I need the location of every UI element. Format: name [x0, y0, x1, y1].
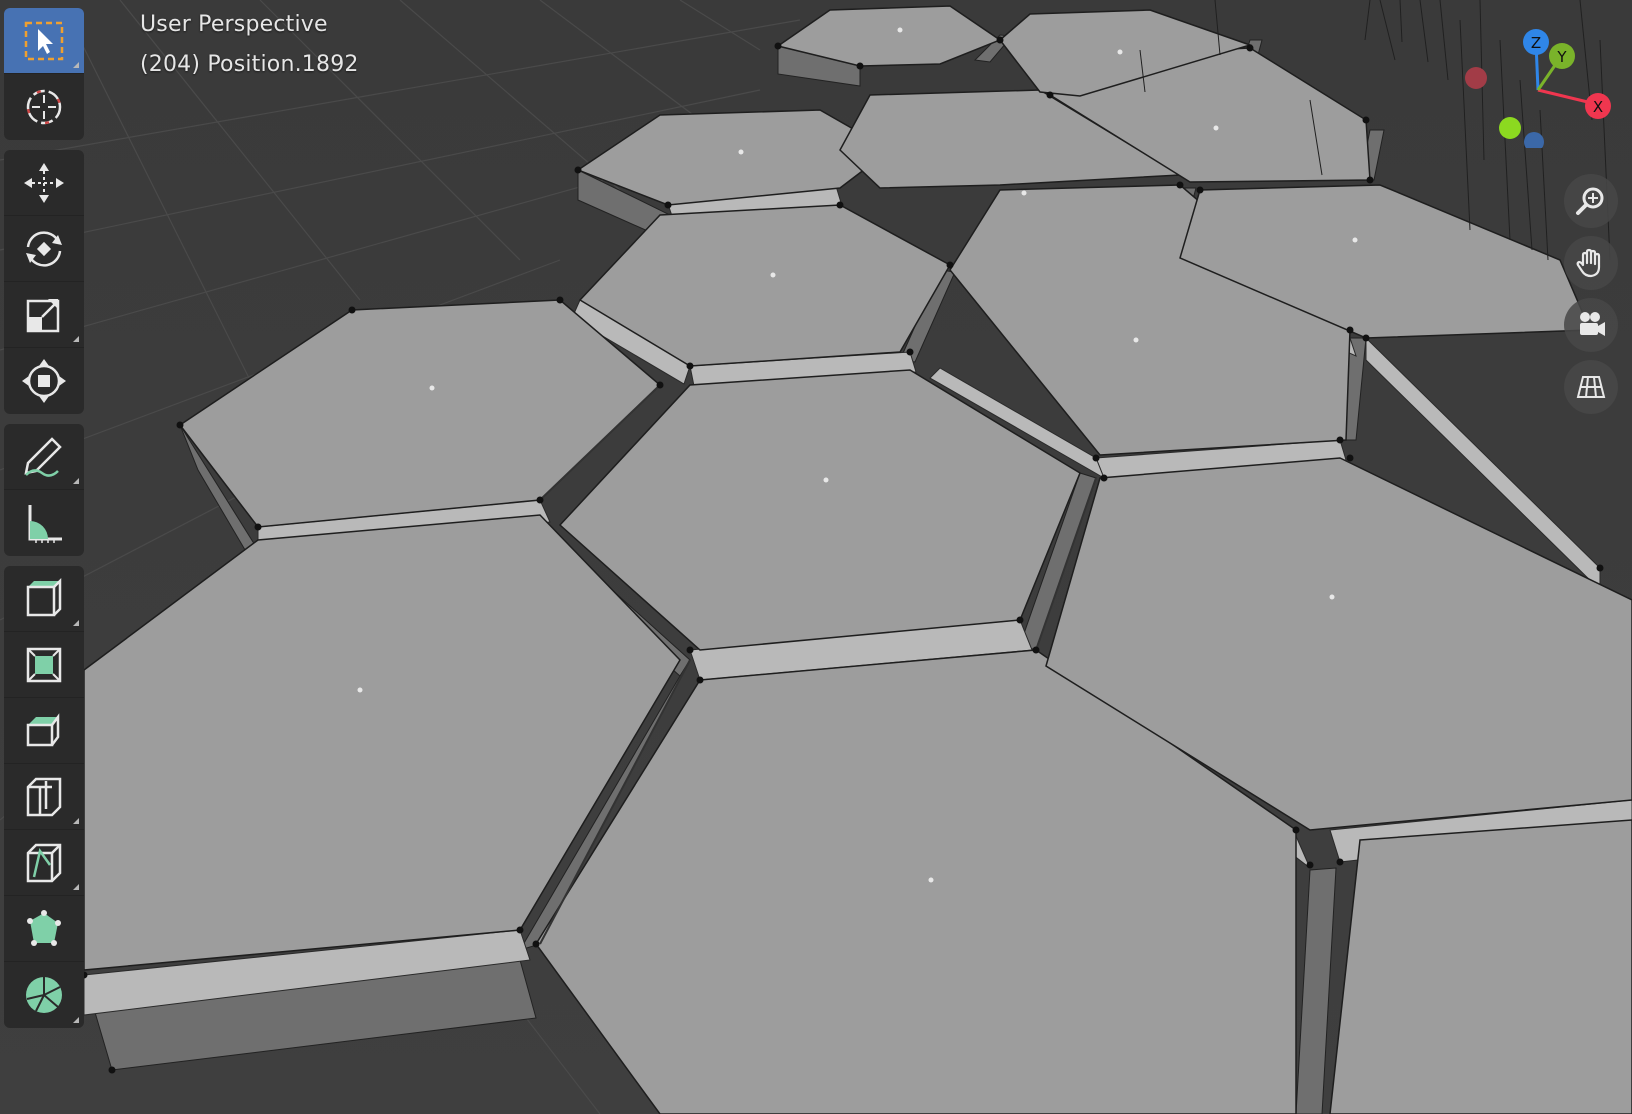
rotate-icon [26, 230, 62, 267]
scale-icon [26, 298, 60, 332]
spin-icon [26, 977, 62, 1013]
y-axis-handle[interactable]: Y [1549, 43, 1575, 69]
move-icon [24, 162, 64, 203]
3d-viewport[interactable]: User Perspective (204) Position.1892 Z Y… [0, 0, 1632, 1114]
spin-tool[interactable] [4, 962, 84, 1028]
bevel-icon [26, 777, 62, 816]
zoom-button[interactable] [1564, 174, 1618, 228]
tool-group-select [4, 8, 84, 140]
grid-icon [1576, 376, 1606, 398]
measure-tool[interactable] [4, 490, 84, 556]
extrude-region-tool[interactable] [4, 632, 84, 698]
knife-tool[interactable] [4, 896, 84, 962]
annotate-icon [24, 436, 62, 477]
scene-canvas[interactable] [0, 0, 1632, 1114]
rotate-tool[interactable] [4, 216, 84, 282]
z-axis-handle[interactable]: Z [1523, 29, 1549, 55]
neg-x-axis-handle[interactable] [1465, 67, 1487, 89]
hand-icon [1576, 248, 1601, 278]
x-axis-label: X [1593, 98, 1603, 116]
tool-group-transform [4, 150, 84, 414]
z-axis-label: Z [1531, 34, 1541, 52]
neg-z-axis-handle[interactable] [1524, 132, 1544, 148]
cursor-icon [26, 89, 62, 125]
x-axis-handle[interactable]: X [1585, 93, 1611, 119]
neg-y-axis-handle[interactable] [1499, 117, 1521, 139]
add-cube-icon [26, 577, 62, 616]
pan-button[interactable] [1564, 236, 1618, 290]
transform-tool[interactable] [4, 348, 84, 414]
tool-shelf [4, 8, 84, 1038]
select-box-icon [24, 21, 64, 60]
select-box-tool[interactable] [4, 8, 84, 74]
scale-tool[interactable] [4, 282, 84, 348]
tool-group-annotate [4, 424, 84, 556]
add-cube-tool[interactable] [4, 566, 84, 632]
extrude-icon [26, 647, 62, 682]
camera-view-button[interactable] [1564, 298, 1618, 352]
knife-icon [27, 909, 61, 946]
viewport-mode-label: User Perspective [140, 12, 328, 37]
cursor-tool[interactable] [4, 74, 84, 140]
active-object-label: (204) Position.1892 [140, 52, 359, 77]
inset-icon [26, 712, 60, 746]
bevel-tool[interactable] [4, 764, 84, 830]
move-tool[interactable] [4, 150, 84, 216]
camera-icon [1580, 312, 1605, 336]
zoom-icon [1576, 187, 1604, 215]
loop-cut-icon [26, 843, 62, 882]
loop-cut-tool[interactable] [4, 830, 84, 896]
ortho-toggle-button[interactable] [1564, 360, 1618, 414]
tool-group-mesh [4, 566, 84, 1028]
y-axis-label: Y [1556, 48, 1567, 66]
annotate-tool[interactable] [4, 424, 84, 490]
inset-faces-tool[interactable] [4, 698, 84, 764]
measure-icon [28, 505, 62, 543]
navigation-gizmo[interactable]: Z Y X [1440, 18, 1620, 148]
transform-icon [22, 359, 66, 403]
